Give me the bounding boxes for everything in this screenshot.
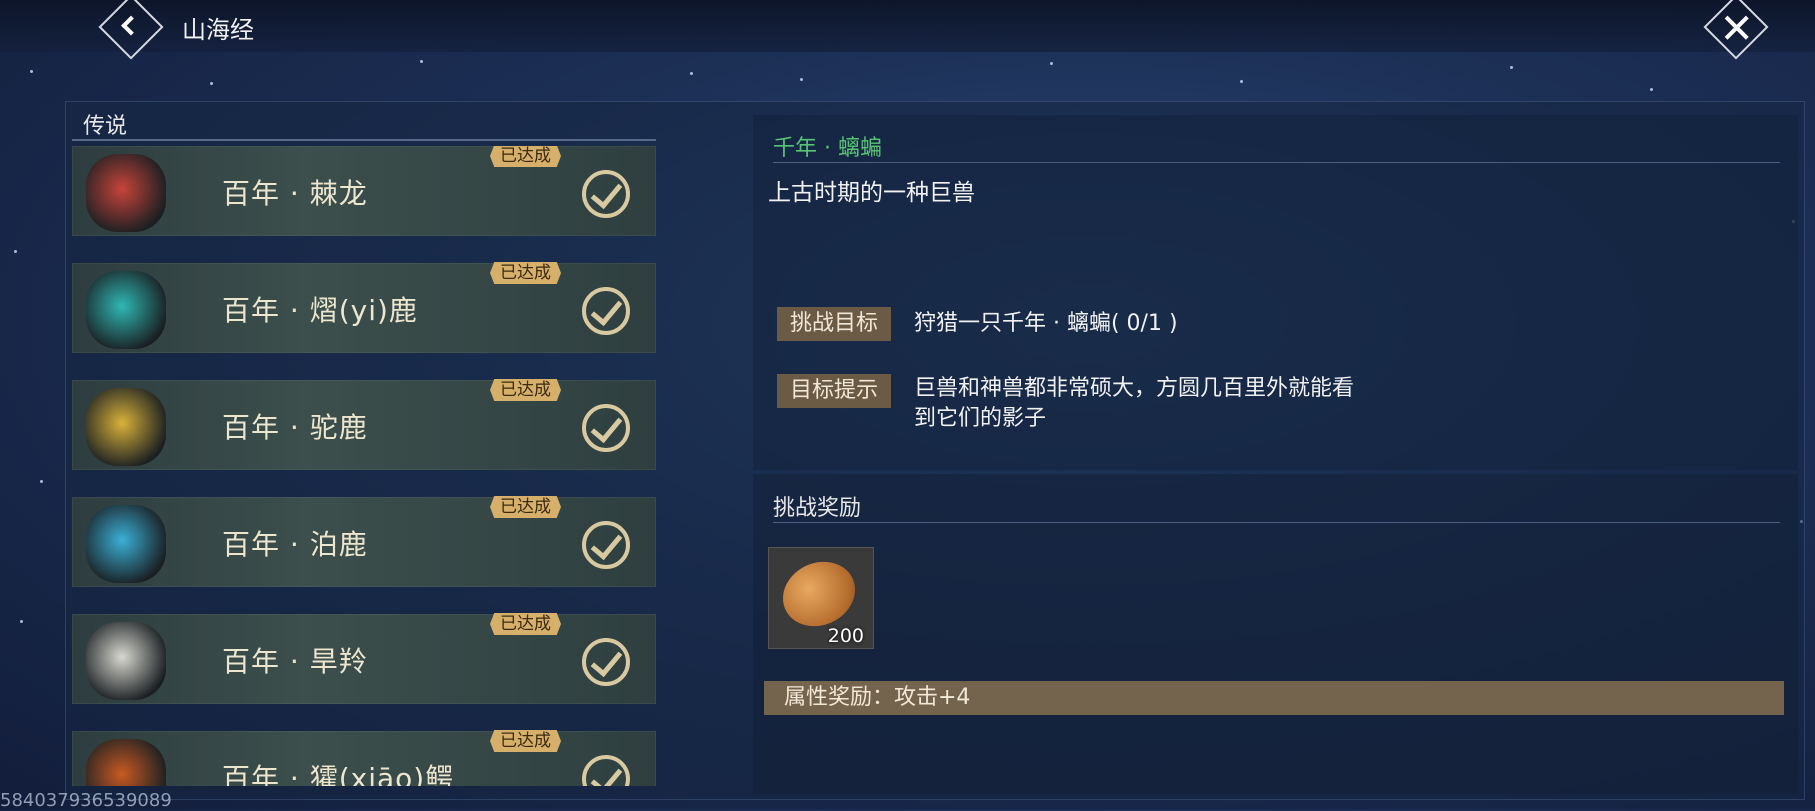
beast-portrait — [86, 388, 166, 466]
checkmark-icon — [582, 755, 630, 786]
achieved-badge: 已达成 — [490, 379, 561, 401]
achieved-badge: 已达成 — [490, 496, 561, 518]
top-bar — [0, 0, 1815, 52]
beast-card[interactable]: 百年 · 棘龙 已达成 — [72, 146, 656, 236]
achieved-badge: 已达成 — [490, 613, 561, 635]
reward-title: 挑战奖励 — [773, 496, 862, 521]
section-title: 传说 — [83, 114, 128, 139]
beast-card[interactable]: 百年 · 㺢(xiāo)鳄 已达成 — [72, 730, 656, 786]
beast-card[interactable]: 百年 · 旱羚 已达成 — [72, 613, 656, 704]
page-title: 山海经 — [182, 16, 254, 44]
attribute-bonus-bar: 属性奖励：攻击+4 — [764, 681, 1784, 715]
challenge-goal-text: 狩猎一只千年 · 螭蝙( 0/1 ) — [914, 311, 1178, 336]
reward-item-slot[interactable]: 200 — [768, 547, 874, 649]
beast-name: 百年 · 熠(yi)鹿 — [222, 294, 418, 327]
footer-id: 584037936539089 — [0, 790, 172, 811]
detail-title: 千年 · 螭蝙 — [773, 136, 882, 161]
target-hint-label: 目标提示 — [777, 374, 891, 408]
checkmark-icon — [582, 404, 630, 452]
checkmark-icon — [582, 287, 630, 335]
achieved-badge: 已达成 — [490, 730, 561, 752]
divider — [773, 162, 1780, 163]
beast-portrait — [86, 271, 166, 349]
beast-name: 百年 · 旱羚 — [222, 645, 368, 678]
target-hint-line: 巨兽和神兽都非常硕大，方圆几百里外就能看 — [914, 376, 1355, 401]
beast-name: 百年 · 棘龙 — [222, 177, 368, 210]
chevron-left-icon — [121, 15, 141, 36]
beast-card[interactable]: 百年 · 泊鹿 已达成 — [72, 496, 656, 587]
checkmark-icon — [582, 521, 630, 569]
challenge-goal-label: 挑战目标 — [777, 307, 891, 341]
detail-description: 上古时期的一种巨兽 — [768, 180, 975, 206]
achieved-badge: 已达成 — [490, 262, 561, 284]
beast-name: 百年 · 㺢(xiāo)鳄 — [222, 762, 455, 786]
beast-portrait — [86, 739, 166, 786]
beast-name: 百年 · 泊鹿 — [222, 528, 368, 561]
beast-name: 百年 · 驼鹿 — [222, 411, 368, 444]
item-quantity: 200 — [827, 625, 864, 647]
achieved-badge: 已达成 — [490, 146, 561, 167]
target-hint-text: 巨兽和神兽都非常硕大，方圆几百里外就能看 到它们的影子 — [914, 374, 1354, 434]
target-hint-line: 到它们的影子 — [914, 406, 1047, 431]
beast-card[interactable]: 百年 · 熠(yi)鹿 已达成 — [72, 262, 656, 353]
beast-card[interactable]: 百年 · 驼鹿 已达成 — [72, 379, 656, 470]
beast-portrait — [86, 505, 166, 583]
beast-portrait — [86, 622, 166, 700]
checkmark-icon — [582, 638, 630, 686]
divider — [72, 139, 656, 141]
divider — [773, 522, 1780, 523]
checkmark-icon — [582, 170, 630, 218]
beast-portrait — [86, 154, 166, 232]
beast-list[interactable]: 百年 · 棘龙 已达成 百年 · 熠(yi)鹿 已达成 百年 · 驼鹿 已达成 百年 · 泊… — [72, 146, 656, 786]
